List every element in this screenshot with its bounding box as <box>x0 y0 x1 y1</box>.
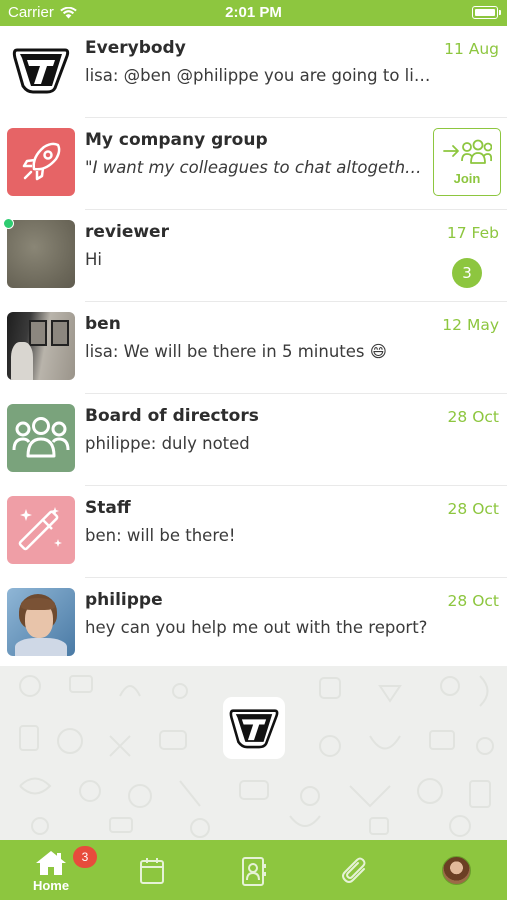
calendar-icon[interactable] <box>139 857 165 885</box>
conversation-date: 12 May <box>442 316 499 334</box>
home-icon <box>36 851 66 875</box>
battery-icon <box>472 6 501 19</box>
conversation-preview: lisa: We will be there in 5 minutes 😄 <box>85 342 387 361</box>
status-bar: Carrier 2:01 PM <box>0 0 507 26</box>
app-logo <box>223 697 285 759</box>
magic-wand-avatar <box>7 496 75 564</box>
profile-avatar[interactable] <box>442 856 471 885</box>
seven-logo-icon <box>229 709 279 749</box>
conversation-row-everybody[interactable]: Everybody lisa: @ben @philippe you are g… <box>0 26 507 118</box>
conversation-row-my-company-group[interactable]: My company group "I want my colleagues t… <box>0 118 507 210</box>
tab-home-label: Home <box>32 878 70 893</box>
conversation-preview: hey can you help me out with the report? <box>85 618 428 637</box>
rocket-avatar <box>7 128 75 196</box>
conversation-date: 28 Oct <box>447 500 499 518</box>
conversation-row-board-of-directors[interactable]: Board of directors philippe: duly noted … <box>0 394 507 486</box>
conversation-row-reviewer[interactable]: reviewer Hi 17 Feb 3 <box>0 210 507 302</box>
reviewer-avatar <box>7 220 75 288</box>
conversation-preview: philippe: duly noted <box>85 434 250 453</box>
conversation-preview: "I want my colleagues to chat altogeth… <box>85 158 422 177</box>
magic-wand-icon <box>18 507 62 551</box>
conversation-date: 28 Oct <box>447 592 499 610</box>
conversation-name: philippe <box>85 590 163 610</box>
conversation-list: Everybody lisa: @ben @philippe you are g… <box>0 26 507 670</box>
group-avatar <box>7 404 75 472</box>
conversation-name: ben <box>85 314 121 334</box>
seven-logo-avatar <box>7 36 75 104</box>
seven-logo-icon <box>12 48 70 94</box>
conversation-row-philippe[interactable]: philippe hey can you help me out with th… <box>0 578 507 670</box>
conversation-date: 17 Feb <box>446 224 499 242</box>
conversation-date: 11 Aug <box>444 40 499 58</box>
group-icon <box>12 417 70 458</box>
home-notification-badge: 3 <box>73 846 97 868</box>
rocket-icon <box>22 142 61 181</box>
conversation-name: Board of directors <box>85 406 259 426</box>
conversation-row-ben[interactable]: ben lisa: We will be there in 5 minutes … <box>0 302 507 394</box>
conversation-preview: ben: will be there! <box>85 526 236 545</box>
contacts-icon[interactable] <box>241 857 267 887</box>
join-group-icon <box>443 139 492 164</box>
conversation-name: reviewer <box>85 222 169 242</box>
conversation-preview: lisa: @ben @philippe you are going to li… <box>85 66 435 85</box>
attachment-icon[interactable] <box>340 857 370 887</box>
conversation-date: 28 Oct <box>447 408 499 426</box>
conversation-preview: Hi <box>85 250 102 269</box>
online-indicator <box>3 218 14 229</box>
unread-count-badge: 3 <box>452 258 482 288</box>
conversation-row-staff[interactable]: Staff ben: will be there! 28 Oct <box>0 486 507 578</box>
philippe-avatar <box>7 588 75 656</box>
join-button[interactable]: Join <box>433 128 501 196</box>
status-time: 2:01 PM <box>225 4 282 21</box>
conversation-name: My company group <box>85 130 268 150</box>
ben-avatar <box>7 312 75 380</box>
conversation-name: Everybody <box>85 38 186 58</box>
join-button-label: Join <box>453 170 481 186</box>
conversation-name: Staff <box>85 498 131 518</box>
